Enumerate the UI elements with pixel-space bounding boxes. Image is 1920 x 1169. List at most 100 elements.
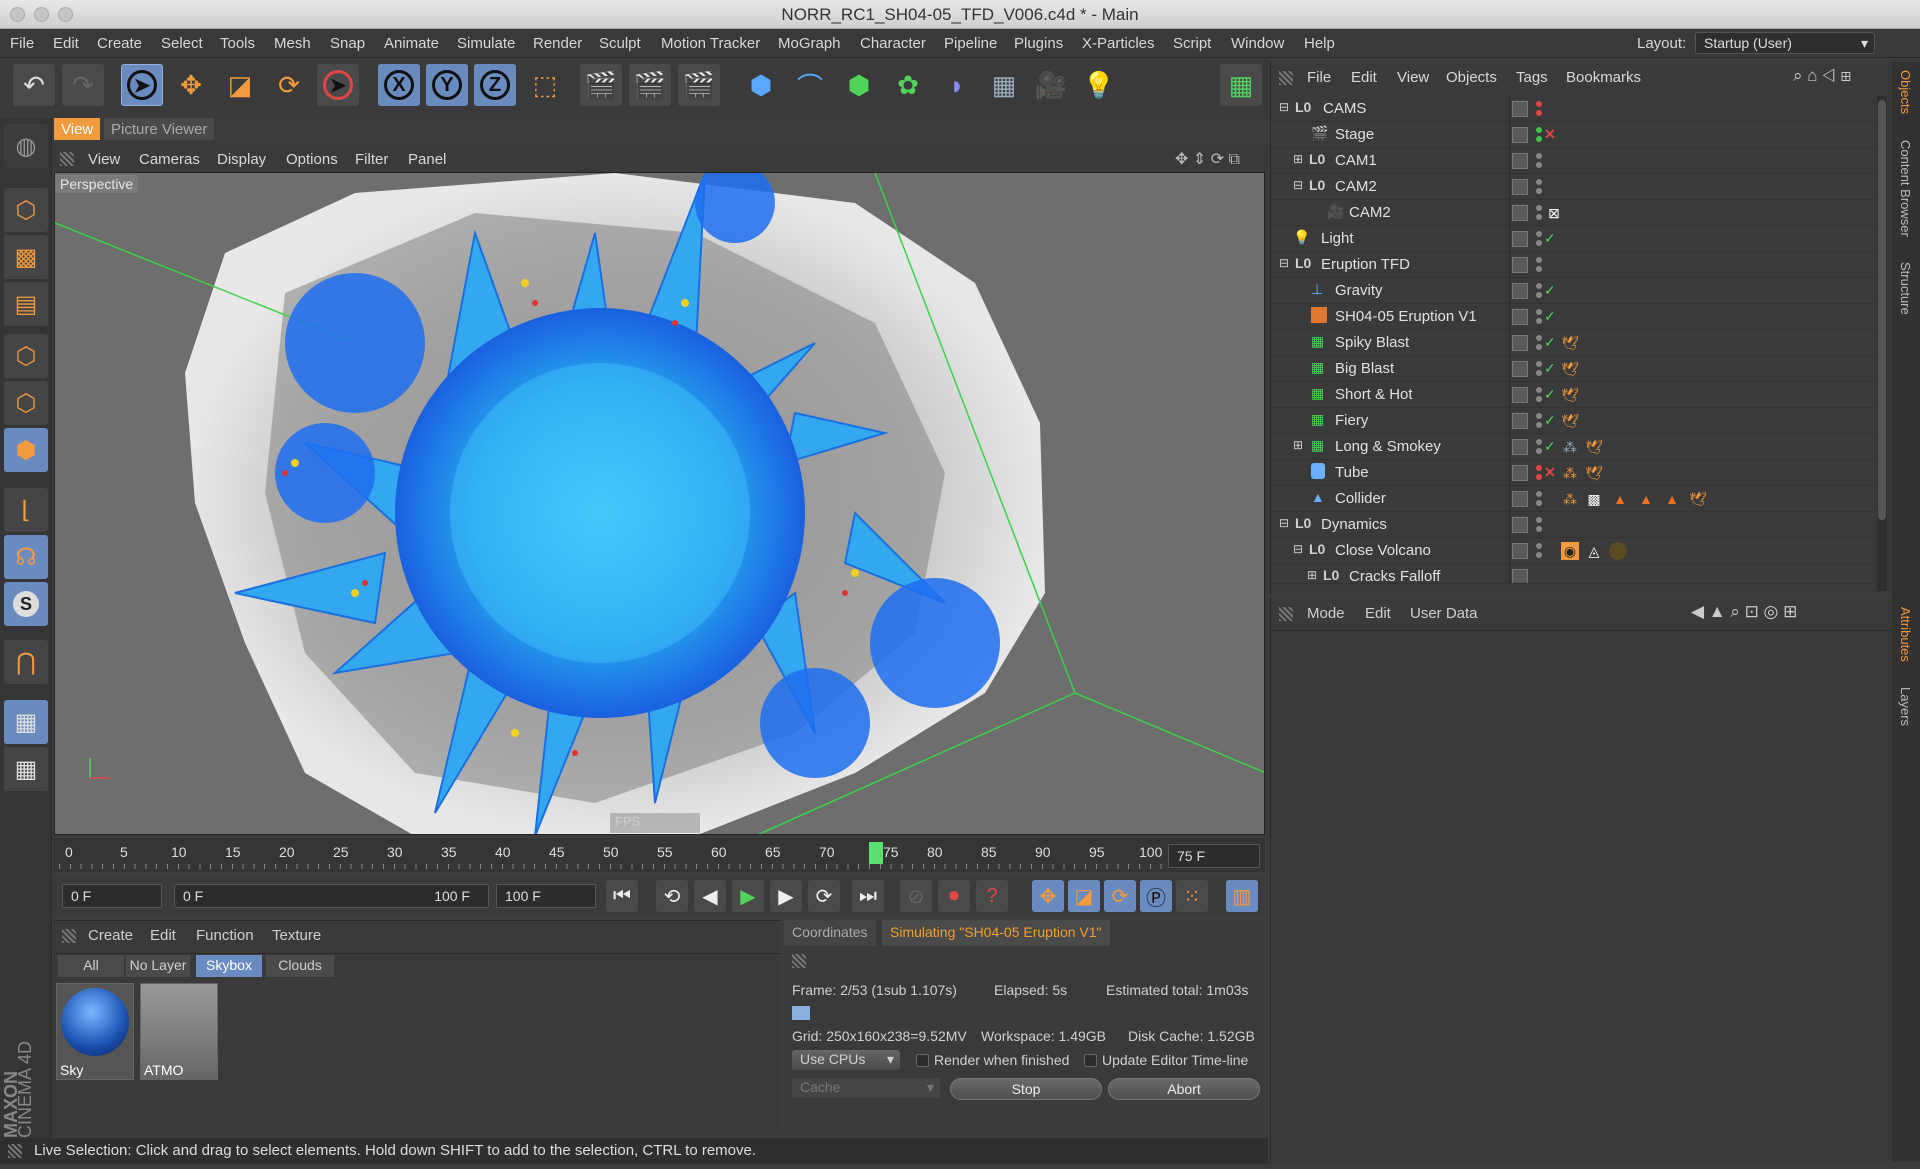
edges-mode-button[interactable]: ⬡ (4, 381, 48, 425)
checker-tag-icon[interactable]: ▩ (1585, 490, 1603, 508)
emitter-tag-icon[interactable]: 🕊 (1561, 386, 1579, 404)
layer-filter-no-layer[interactable]: No Layer (126, 955, 190, 977)
visibility-toggle[interactable] (1512, 517, 1528, 533)
material-menu-function[interactable]: Function (196, 927, 254, 944)
cpu-select[interactable]: Use CPUs ▾ (792, 1050, 900, 1070)
menu-animate[interactable]: Animate (384, 35, 439, 52)
object-manager-scrollbar[interactable] (1877, 96, 1887, 591)
object-row[interactable]: ⊟ L0 Dynamics (1271, 512, 1876, 538)
material-menu-texture[interactable]: Texture (272, 927, 321, 944)
render-when-finished-checkbox[interactable] (916, 1054, 929, 1067)
enabled-check-icon[interactable]: ✓ (1544, 282, 1556, 299)
record-keys-button[interactable]: ⊘ (900, 880, 932, 912)
object-row[interactable]: 🎥 CAM2 ⊠ (1271, 200, 1876, 226)
viewport-menu-options[interactable]: Options (286, 151, 338, 168)
object-row[interactable]: ▦ Fiery ✓ 🕊 (1271, 408, 1876, 434)
menu-window[interactable]: Window (1231, 35, 1284, 52)
menu-select[interactable]: Select (161, 35, 203, 52)
camera-button[interactable]: 🎥 (1030, 64, 1072, 106)
object-row[interactable]: ⊟ L0 CAM2 (1271, 174, 1876, 200)
tab-picture-viewer[interactable]: Picture Viewer (104, 118, 215, 140)
enabled-check-icon[interactable]: ✓ (1544, 360, 1556, 377)
visibility-toggle[interactable] (1512, 283, 1528, 299)
timeline-ruler[interactable]: 0 5 10 15 20 25 30 35 40 45 50 55 60 65 … (54, 838, 1265, 872)
timeline-button[interactable]: ▥ (1226, 880, 1258, 912)
tweak-mode-button[interactable]: ☊ (4, 535, 48, 579)
x-axis-lock-button[interactable]: X (378, 64, 420, 106)
next-frame-button[interactable]: ▶ (770, 880, 802, 912)
polygons-mode-button[interactable]: ⬢ (4, 428, 48, 472)
visibility-toggle[interactable] (1512, 439, 1528, 455)
xparticles-button[interactable]: ▦ (1220, 64, 1262, 106)
enabled-check-icon[interactable]: ✓ (1544, 308, 1556, 325)
enabled-check-icon[interactable]: ✓ (1544, 412, 1556, 429)
warning-tag-icon[interactable]: ▲ (1663, 490, 1681, 508)
current-frame-field[interactable]: 75 F (1168, 844, 1260, 868)
menu-x-particles[interactable]: X-Particles (1082, 35, 1155, 52)
material-tag-icon[interactable]: ⁂ (1561, 438, 1579, 456)
previous-frame-button[interactable]: ◀ (694, 880, 726, 912)
collapse-icon[interactable]: ⊟ (1279, 256, 1289, 270)
attribute-menu-mode[interactable]: Mode (1307, 605, 1345, 622)
object-row[interactable]: ▦ Short & Hot ✓ 🕊 (1271, 382, 1876, 408)
autokeying-button[interactable]: ⏺ (938, 880, 970, 912)
disabled-icon[interactable]: ✕ (1544, 126, 1556, 143)
menu-edit[interactable]: Edit (53, 35, 79, 52)
visibility-toggle[interactable] (1512, 153, 1528, 169)
recent-tool-button[interactable]: ➤ (317, 64, 359, 106)
3d-viewport[interactable]: Perspective FPS (54, 172, 1265, 835)
close-window-button[interactable] (10, 7, 25, 22)
frame-range-slider[interactable]: 0 F 100 F (174, 884, 489, 908)
enabled-check-icon[interactable]: ✓ (1544, 438, 1556, 455)
visibility-toggle[interactable] (1512, 361, 1528, 377)
object-row[interactable]: Tube ✕ ⁂ 🕊 (1271, 460, 1876, 486)
menu-help[interactable]: Help (1304, 35, 1335, 52)
emitter-tag-icon[interactable]: 🕊 (1585, 464, 1603, 482)
collapse-icon[interactable]: ⊟ (1293, 542, 1303, 556)
layer-filter-skybox[interactable]: Skybox (196, 955, 262, 977)
tab-view[interactable]: View (54, 118, 101, 140)
subdivision-button[interactable]: ⬢ (838, 64, 880, 106)
enabled-check-icon[interactable]: ✓ (1544, 230, 1556, 247)
solo-button[interactable]: S (4, 582, 48, 626)
menu-create[interactable]: Create (97, 35, 142, 52)
visibility-toggle[interactable] (1512, 127, 1528, 143)
visibility-toggle[interactable] (1512, 205, 1528, 221)
undo-button[interactable]: ↶ (13, 64, 55, 106)
scene-floor-button[interactable]: ▦ (983, 64, 1025, 106)
object-row[interactable]: ▦ Spiky Blast ✓ 🕊 (1271, 330, 1876, 356)
phong-tag-icon[interactable]: ⁂ (1561, 464, 1579, 482)
tab-layers[interactable]: Layers (1898, 687, 1913, 726)
emitter-tag-icon[interactable]: 🕊 (1561, 334, 1579, 352)
visibility-toggle[interactable] (1512, 101, 1528, 117)
workplane-lock-button[interactable]: ▦ (4, 700, 48, 744)
visibility-toggle[interactable] (1512, 335, 1528, 351)
render-view-button[interactable]: 🎬 (580, 64, 622, 106)
collapse-icon[interactable]: ⊟ (1279, 100, 1289, 114)
cache-select[interactable]: Cache ▾ (792, 1078, 940, 1098)
cube-button[interactable]: ⬢ (740, 64, 782, 106)
visibility-toggle[interactable] (1512, 231, 1528, 247)
tab-structure[interactable]: Structure (1898, 262, 1913, 315)
expand-icon[interactable]: ⊞ (1307, 568, 1317, 582)
tab-simulating[interactable]: Simulating "SH04-05 Eruption V1" (882, 920, 1110, 946)
viewport-menu-cameras[interactable]: Cameras (139, 151, 200, 168)
workplane-mode-button[interactable]: ▤ (4, 282, 48, 326)
enabled-check-icon[interactable]: ✓ (1544, 334, 1556, 351)
y-axis-lock-button[interactable]: Y (426, 64, 468, 106)
workplane-align-button[interactable]: ▦ (4, 747, 48, 791)
object-row[interactable]: ⊟ L0 CAMS (1271, 96, 1876, 122)
tab-content-browser[interactable]: Content Browser (1898, 140, 1913, 237)
object-row[interactable]: ⊟ L0 Close Volcano ◉ ◬ (1271, 538, 1876, 564)
object-row[interactable]: ⊞ L0 Cracks Falloff (1271, 564, 1876, 584)
points-mode-button[interactable]: ⬡ (4, 334, 48, 378)
menu-render[interactable]: Render (533, 35, 582, 52)
object-row[interactable]: ⊥ Gravity ✓ (1271, 278, 1876, 304)
model-mode-button[interactable]: ⬡ (4, 188, 48, 232)
object-row[interactable]: SH04-05 Eruption V1 ✓ (1271, 304, 1876, 330)
attribute-nav-icons[interactable]: ◀ ▲ ⌕ ⊡ ◎ ⊞ (1691, 602, 1797, 622)
phong-tag-icon[interactable]: ⁂ (1561, 490, 1579, 508)
collapse-icon[interactable]: ⊟ (1279, 516, 1289, 530)
attribute-menu-user-data[interactable]: User Data (1410, 605, 1478, 622)
object-menu-tags[interactable]: Tags (1516, 69, 1548, 86)
